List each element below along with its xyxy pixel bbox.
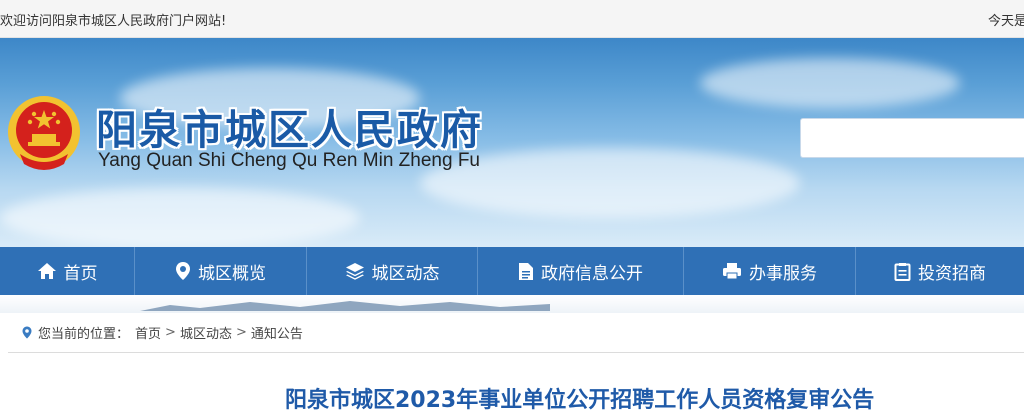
welcome-text: 欢迎访问阳泉市城区人民政府门户网站!: [0, 14, 227, 29]
location-pin-icon: [176, 262, 190, 280]
search-input[interactable]: [800, 118, 1024, 158]
decorative-strip: [0, 295, 1024, 313]
header-banner: 阳泉市城区人民政府 Yang Quan Shi Cheng Qu Ren Min…: [0, 38, 1024, 247]
divider: [8, 352, 1024, 353]
breadcrumb-prefix: 您当前的位置：: [38, 327, 130, 342]
layers-icon: [345, 263, 364, 280]
breadcrumb-separator: >: [165, 325, 176, 340]
breadcrumb-link-news[interactable]: 城区动态: [180, 323, 232, 342]
mountain-silhouette-icon: [140, 301, 550, 311]
main-nav: 首页 城区概览 城区动态 政府信息公开 办事服务 投资招商: [0, 247, 1024, 295]
nav-item-gov-info[interactable]: 政府信息公开: [478, 247, 684, 295]
site-title: 阳泉市城区人民政府: [96, 106, 483, 154]
cloud-decoration: [700, 58, 960, 108]
document-icon: [519, 262, 533, 280]
nav-item-overview[interactable]: 城区概览: [135, 247, 307, 295]
date-text: 今天是: [988, 14, 1024, 29]
breadcrumb-separator: >: [235, 325, 247, 340]
nav-item-investment[interactable]: 投资招商: [856, 247, 1024, 295]
nav-item-label: 投资招商: [918, 263, 986, 284]
nav-item-label: 办事服务: [749, 263, 817, 284]
nav-item-home[interactable]: 首页: [0, 247, 135, 295]
nav-item-label: 首页: [63, 263, 98, 284]
national-emblem-icon: [8, 96, 80, 170]
top-bar: 欢迎访问阳泉市城区人民政府门户网站! 今天是: [0, 0, 1024, 38]
home-icon: [37, 263, 56, 279]
site-subtitle: Yang Quan Shi Cheng Qu Ren Min Zheng Fu: [98, 150, 480, 171]
breadcrumb: 您当前的位置： 首页 > 城区动态 > 通知公告: [22, 323, 303, 342]
printer-icon: [723, 263, 741, 280]
nav-item-label: 城区概览: [198, 263, 266, 284]
breadcrumb-link-notices[interactable]: 通知公告: [251, 323, 303, 342]
cloud-decoration: [0, 188, 360, 247]
article-title: 阳泉市城区2023年事业单位公开招聘工作人员资格复审公告: [285, 388, 875, 413]
clipboard-icon: [894, 262, 911, 281]
location-pin-icon: [22, 326, 32, 339]
nav-item-label: 政府信息公开: [541, 263, 643, 284]
nav-item-news[interactable]: 城区动态: [307, 247, 478, 295]
nav-item-services[interactable]: 办事服务: [684, 247, 856, 295]
nav-item-label: 城区动态: [371, 263, 440, 284]
breadcrumb-link-home[interactable]: 首页: [135, 323, 161, 342]
